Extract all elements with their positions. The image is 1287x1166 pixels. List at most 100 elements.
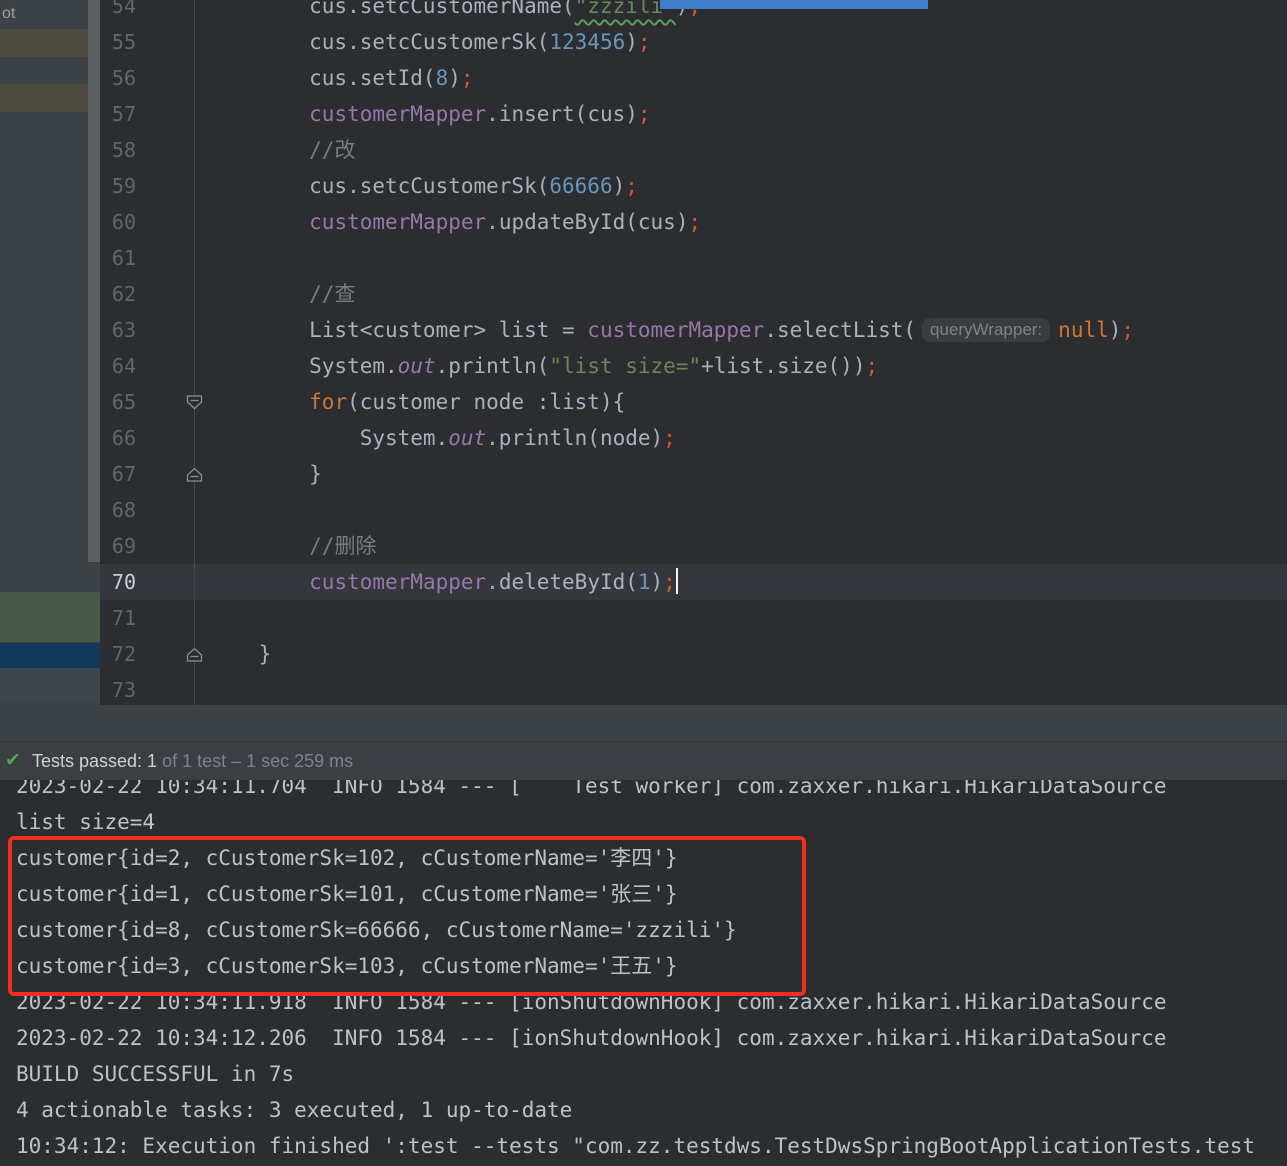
text-caret xyxy=(676,568,678,594)
code-line[interactable]: } xyxy=(208,636,271,672)
code-token: .println( xyxy=(436,354,550,378)
code-line[interactable]: cus.setcCustomerName("zzzili"); xyxy=(208,0,701,24)
project-tree-item-label[interactable]: ot xyxy=(2,5,15,23)
line-number[interactable]: 61 xyxy=(100,240,136,276)
fold-marker-up-icon[interactable] xyxy=(186,466,203,483)
project-scrollbar-thumb[interactable] xyxy=(88,0,100,562)
code-line[interactable]: //改 xyxy=(208,132,355,168)
console-lines: 2023-02-22 10:34:11.704 INFO 1584 --- [ … xyxy=(0,768,1287,1164)
code-token: ; xyxy=(638,102,651,126)
code-token: List<customer> list = xyxy=(208,318,587,342)
line-number[interactable]: 55 xyxy=(100,24,136,60)
code-token: ; xyxy=(865,354,878,378)
code-line[interactable]: System.out.println("list size="+list.siz… xyxy=(208,348,878,384)
code-token: } xyxy=(208,462,322,486)
code-token: ; xyxy=(1121,318,1134,342)
code-token: //改 xyxy=(309,138,355,162)
code-token: ) xyxy=(651,570,664,594)
code-token: .insert(cus) xyxy=(486,102,638,126)
line-number[interactable]: 71 xyxy=(100,600,136,636)
gutter-separator xyxy=(194,0,195,705)
code-line[interactable]: cus.setId(8); xyxy=(208,60,474,96)
line-number[interactable]: 65 xyxy=(100,384,136,420)
code-line[interactable]: for(customer node :list){ xyxy=(208,384,625,420)
code-line[interactable]: //删除 xyxy=(208,528,376,564)
console-line-highlighted: customer{id=1, cCustomerSk=101, cCustome… xyxy=(0,876,1287,912)
project-tree-row-muted[interactable] xyxy=(0,668,100,701)
project-tree-row-modified-2[interactable] xyxy=(0,84,100,112)
code-token: ) xyxy=(625,30,638,54)
code-token: //查 xyxy=(309,282,355,306)
code-token: .println(node) xyxy=(486,426,663,450)
console-line: BUILD SUCCESSFUL in 7s xyxy=(0,1056,1287,1092)
code-token: ) xyxy=(448,66,461,90)
line-number[interactable]: 60 xyxy=(100,204,136,240)
fold-marker-down-icon[interactable] xyxy=(186,394,203,411)
code-token: 123456 xyxy=(549,30,625,54)
code-token: null xyxy=(1058,318,1109,342)
code-token: cus.setcCustomerSk( xyxy=(208,174,549,198)
code-line[interactable]: //查 xyxy=(208,276,355,312)
console-output[interactable]: 2023-02-22 10:34:11.704 INFO 1584 --- [ … xyxy=(0,768,1287,1164)
code-token: .selectList( xyxy=(764,318,916,342)
code-token: //删除 xyxy=(309,534,376,558)
code-token: ; xyxy=(663,570,676,594)
code-token: "list size=" xyxy=(549,354,701,378)
code-token: customerMapper xyxy=(309,102,486,126)
code-token xyxy=(208,138,309,162)
console-line: 2023-02-22 10:34:11.918 INFO 1584 --- [i… xyxy=(0,984,1287,1020)
code-line[interactable]: } xyxy=(208,456,322,492)
console-line: 10:34:12: Execution finished ':test --te… xyxy=(0,1128,1287,1164)
project-panel[interactable]: ot xyxy=(0,0,100,705)
line-number[interactable]: 56 xyxy=(100,60,136,96)
code-line[interactable]: System.out.println(node); xyxy=(208,420,676,456)
code-token: cus.setcCustomerName( xyxy=(208,0,575,18)
console-line-highlighted: customer{id=8, cCustomerSk=66666, cCusto… xyxy=(0,912,1287,948)
code-token: ; xyxy=(638,30,651,54)
code-line[interactable]: customerMapper.updateById(cus); xyxy=(208,204,701,240)
code-token: 1 xyxy=(638,570,651,594)
code-token: out xyxy=(398,354,436,378)
line-number[interactable]: 68 xyxy=(100,492,136,528)
project-tree-row-modified-1[interactable] xyxy=(0,29,100,57)
code-token: 66666 xyxy=(549,174,612,198)
project-tree-row-hover[interactable] xyxy=(0,592,100,642)
code-token: } xyxy=(208,642,271,666)
code-editor[interactable]: 5455565758596061626364656667686970717273… xyxy=(100,0,1287,705)
code-token: .deleteById( xyxy=(486,570,638,594)
line-number[interactable]: 62 xyxy=(100,276,136,312)
code-line[interactable]: customerMapper.insert(cus); xyxy=(208,96,651,132)
line-number[interactable]: 72 xyxy=(100,636,136,672)
code-token xyxy=(208,210,309,234)
parameter-hint: queryWrapper: xyxy=(922,318,1050,342)
code-line[interactable]: cus.setcCustomerSk(123456); xyxy=(208,24,651,60)
line-number[interactable]: 54 xyxy=(100,0,136,24)
line-number[interactable]: 69 xyxy=(100,528,136,564)
code-token: ) xyxy=(1109,318,1122,342)
code-token: ; xyxy=(625,174,638,198)
test-status-bar[interactable]: ✔ Tests passed: 1 of 1 test – 1 sec 259 … xyxy=(0,741,1287,780)
line-number[interactable]: 58 xyxy=(100,132,136,168)
code-token: customerMapper xyxy=(309,570,486,594)
code-line[interactable]: cus.setcCustomerSk(66666); xyxy=(208,168,638,204)
project-tree-row-selected[interactable] xyxy=(0,643,100,668)
code-token: ) xyxy=(613,174,626,198)
code-token: out xyxy=(448,426,486,450)
code-token: +list.size()) xyxy=(701,354,865,378)
line-number[interactable]: 59 xyxy=(100,168,136,204)
line-number[interactable]: 67 xyxy=(100,456,136,492)
code-line[interactable]: customerMapper.deleteById(1); xyxy=(208,564,678,600)
code-token: ; xyxy=(688,210,701,234)
fold-marker-up-icon[interactable] xyxy=(186,646,203,663)
code-token: cus.setId( xyxy=(208,66,436,90)
code-token xyxy=(208,390,309,414)
code-line[interactable]: List<customer> list = customerMapper.sel… xyxy=(208,312,1134,348)
line-number[interactable]: 70 xyxy=(100,564,136,600)
line-number[interactable]: 57 xyxy=(100,96,136,132)
line-number[interactable]: 66 xyxy=(100,420,136,456)
line-number[interactable]: 64 xyxy=(100,348,136,384)
line-number[interactable]: 73 xyxy=(100,672,136,705)
line-number[interactable]: 63 xyxy=(100,312,136,348)
code-token xyxy=(208,570,309,594)
tests-passed-text: Tests passed: 1 of 1 test – 1 sec 259 ms xyxy=(32,742,353,780)
